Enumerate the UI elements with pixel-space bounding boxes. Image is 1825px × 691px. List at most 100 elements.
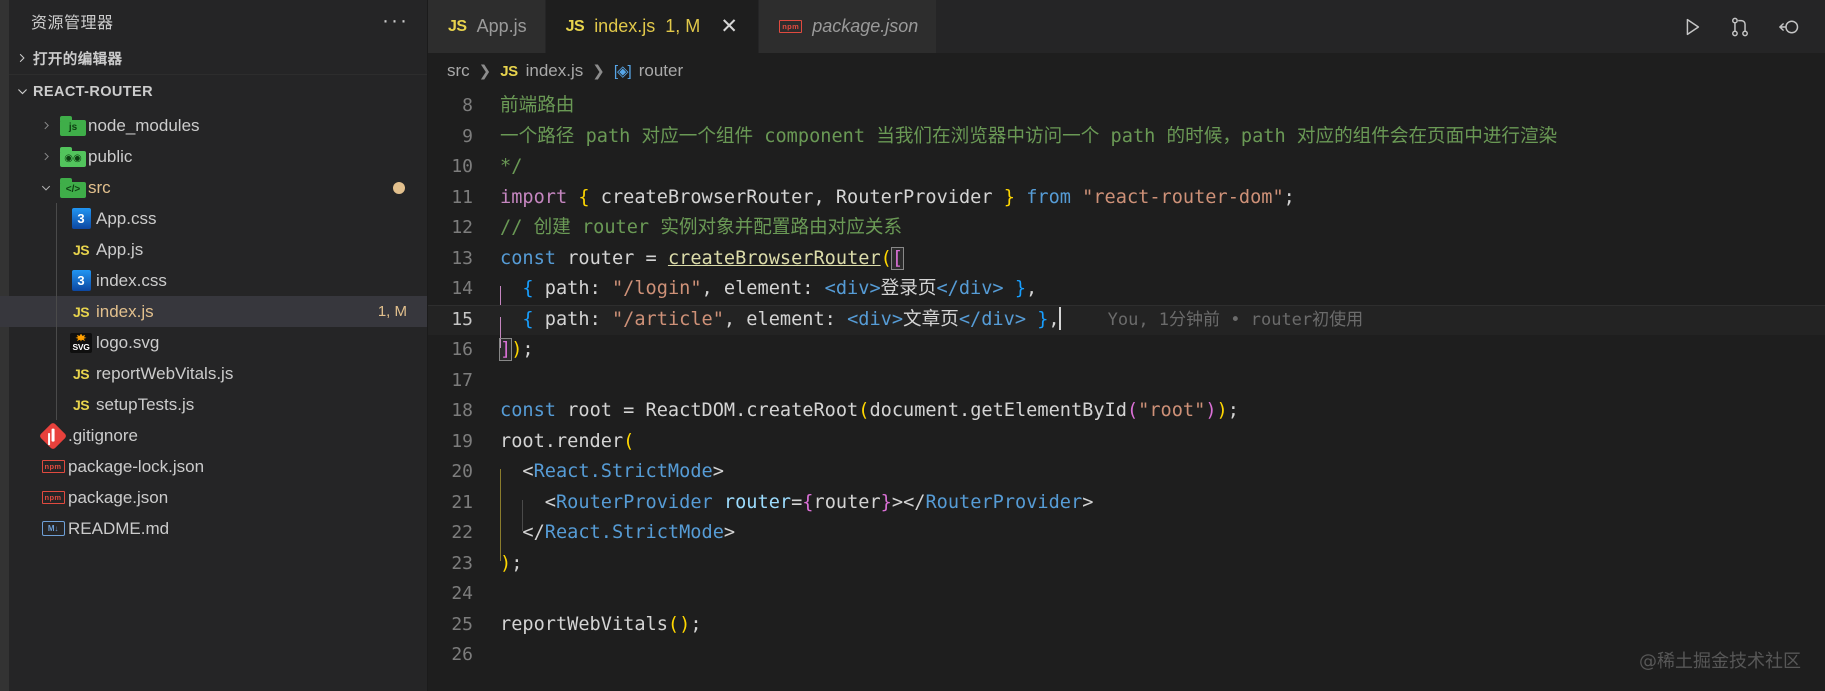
line-number: 25 [451, 613, 473, 635]
code-token: createBrowserRouter, RouterProvider [589, 186, 1004, 208]
code-token: ) [1205, 400, 1217, 421]
code-token: ( [667, 613, 680, 635]
code-token: > [891, 491, 904, 513]
code-token-bracket-match: ] [498, 338, 513, 361]
chevron-right-icon[interactable] [34, 120, 58, 131]
code-token: ; [1283, 186, 1295, 208]
close-icon[interactable]: ✕ [718, 16, 740, 37]
code-token: 前端路由 [500, 95, 575, 116]
tree-item-git-badge: 1, M [377, 303, 407, 320]
tab-package-json[interactable]: npm package.json [759, 0, 938, 53]
tree-item-logo-svg[interactable]: SVG logo.svg [0, 327, 427, 358]
markdown-file-icon: M↓ [38, 521, 68, 536]
tree-item-gitignore[interactable]: .gitignore [0, 420, 427, 451]
tree-item-label: public [88, 146, 133, 166]
code-token: ( [880, 247, 892, 269]
tree-item-label: node_modules [88, 115, 200, 135]
code-token: router [567, 247, 635, 269]
indent-guide [56, 296, 57, 327]
indent-guide [56, 265, 57, 296]
code-token: > [723, 522, 736, 543]
tree-item-package-json[interactable]: npm package.json [0, 482, 427, 513]
tree-item-label: index.css [96, 270, 167, 290]
chevron-down-icon[interactable] [34, 182, 58, 194]
tree-item-label: .gitignore [68, 425, 138, 445]
open-changes-icon[interactable] [1777, 16, 1801, 38]
tab-app-js[interactable]: JS App.js [428, 0, 546, 53]
tree-item-src[interactable]: </> src [0, 172, 427, 203]
code-token: ; [690, 613, 702, 635]
tree-item-setuptests-js[interactable]: JS setupTests.js [0, 389, 427, 420]
code-token: document [869, 400, 960, 421]
code-token: router [723, 491, 792, 513]
sidebar-section-react-router[interactable]: REACT-ROUTER [0, 75, 427, 108]
tree-item-app-css[interactable]: 3 App.css [0, 203, 427, 234]
code-token: import [500, 186, 568, 208]
explorer-more-actions-icon[interactable]: ··· [378, 10, 413, 31]
indent-guide [56, 358, 57, 389]
code-editor[interactable]: 8 前端路由 9 一个路径 path 对应一个组件 component 当我们在… [428, 89, 1825, 691]
tree-item-node_modules[interactable]: js node_modules [0, 110, 427, 141]
code-token: } [880, 491, 892, 513]
code-line: 23 ); [428, 549, 1825, 580]
code-line: 13 const router = createBrowserRouter([ [428, 244, 1825, 275]
code-token: } [1037, 308, 1049, 330]
code-token: ( [623, 430, 635, 452]
tree-item-public[interactable]: ◉◉ public [0, 141, 427, 172]
tree-item-app-js[interactable]: JS App.js [0, 234, 427, 265]
code-line: 10 */ [428, 152, 1825, 183]
chevron-right-icon[interactable] [34, 151, 58, 162]
code-line: 25 reportWebVitals(); [428, 610, 1825, 641]
editor-group: JS App.js JS index.js 1, M ✕ npm package… [428, 0, 1825, 691]
breadcrumb-item-router[interactable]: [◈] router [614, 61, 683, 81]
indent-guide [56, 203, 57, 234]
tree-item-readme-md[interactable]: M↓ README.md [0, 513, 427, 544]
tree-item-package-lock-json[interactable]: npm package-lock.json [0, 451, 427, 482]
git-blame-annotation: You, 1分钟前 • router初使用 [1107, 309, 1364, 330]
code-token-bracket-match: [ [890, 246, 905, 270]
chevron-right-icon: ❯ [478, 63, 492, 80]
sidebar-section-open-editors[interactable]: 打开的编辑器 [0, 42, 427, 75]
code-token: } [1014, 278, 1027, 299]
code-line-active: 15 { path: "/article", element: <div>文章页… [428, 304, 1825, 348]
tree-item-index-css[interactable]: 3 index.css [0, 265, 427, 296]
code-token: </div> [958, 308, 1027, 330]
code-token: */ [500, 156, 523, 177]
run-icon[interactable] [1681, 16, 1703, 38]
line-number: 21 [451, 491, 473, 513]
npm-file-icon: npm [779, 20, 803, 33]
breadcrumb-item-index-js[interactable]: JS index.js [500, 61, 583, 81]
line-number: 12 [451, 217, 473, 238]
line-number: 24 [451, 583, 473, 604]
tree-item-reportwebvitals-js[interactable]: JS reportWebVitals.js [0, 358, 427, 389]
code-token: ) [679, 613, 691, 635]
symbol-object-icon: [◈] [613, 63, 632, 80]
split-editor-icon[interactable] [1729, 16, 1751, 38]
line-number: 11 [451, 186, 473, 208]
code-line: 8 前端路由 [428, 91, 1825, 122]
code-line: 26 [428, 640, 1825, 671]
code-token: < [522, 461, 534, 482]
code-line: 18 const root = ReactDOM.createRoot(docu… [428, 396, 1825, 427]
sidebar-section-label: REACT-ROUTER [33, 83, 153, 100]
code-token: const [500, 247, 556, 269]
js-file-icon: JS [500, 63, 518, 80]
line-number: 14 [451, 278, 473, 299]
code-token: > [712, 461, 724, 482]
code-token: , element: [723, 308, 848, 330]
code-token: </div> [936, 278, 1004, 299]
tree-item-index-js[interactable]: JS index.js 1, M [0, 296, 427, 327]
indent-guide [56, 234, 57, 265]
code-token: createBrowserRouter [667, 247, 881, 269]
breadcrumb-item-src[interactable]: src [447, 61, 470, 81]
code-line: 14 { path: "/login", element: <div>登录页</… [428, 274, 1825, 317]
code-token: "/login" [611, 278, 702, 299]
code-token: .createRoot [735, 400, 859, 421]
editor-actions [1681, 0, 1825, 53]
css-file-icon: 3 [66, 270, 96, 291]
line-number: 15 [451, 308, 473, 330]
code-line: 12 // 创建 router 实例对象并配置路由对应关系 [428, 213, 1825, 244]
tab-index-js[interactable]: JS index.js 1, M ✕ [545, 0, 760, 53]
